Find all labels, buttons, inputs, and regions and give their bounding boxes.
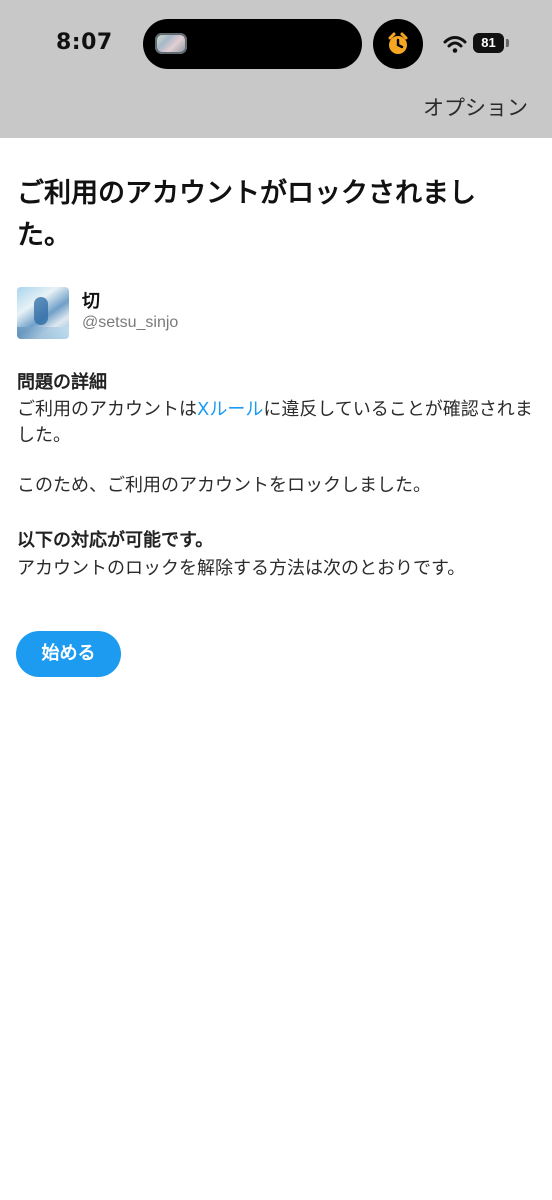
problem-description-start: ご利用のアカウントは [17, 399, 197, 420]
alarm-bubble[interactable] [373, 19, 423, 69]
dynamic-island[interactable] [143, 19, 362, 69]
wifi-icon [443, 36, 467, 53]
page-title: ご利用のアカウントがロックされました。 [17, 178, 476, 251]
display-name: 切 [82, 291, 100, 312]
options-link[interactable]: オプション [423, 92, 528, 122]
avatar [17, 287, 69, 339]
x-rules-link[interactable]: Xルール [197, 399, 263, 420]
status-time: 8:07 [56, 30, 113, 55]
alarm-icon [388, 32, 408, 54]
section-heading-problem-details: 問題の詳細 [17, 372, 107, 393]
lock-notice: このため、ご利用のアカウントをロックしました。 [17, 475, 431, 496]
section-heading-actions: 以下の対応が可能です。 [17, 530, 214, 551]
status-and-header-bar: 8:07 81 オプション [0, 0, 552, 138]
start-button[interactable]: 始める [16, 631, 121, 677]
battery-icon: 81 [473, 33, 509, 55]
user-handle: @setsu_sinjo [82, 314, 179, 331]
problem-description: ご利用のアカウントはXルールに違反していることが確認されました。 [17, 397, 535, 449]
music-thumbnail-icon [155, 33, 187, 54]
battery-level: 81 [481, 35, 496, 50]
unlock-description: アカウントのロックを解除する方法は次のとおりです。 [17, 558, 466, 579]
